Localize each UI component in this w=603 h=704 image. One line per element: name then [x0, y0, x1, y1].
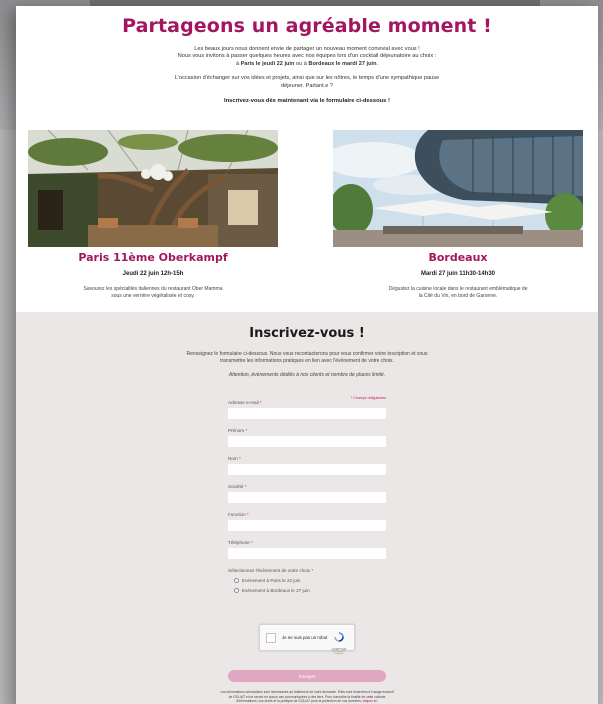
email-label-text: Adresse e-mail	[228, 400, 259, 405]
venue-paris: Paris 11ème Oberkampf Jeudi 22 juin 12h-…	[28, 130, 278, 299]
paris-desc-line: Savourez les spécialités italiennes du r…	[83, 286, 223, 292]
form-intro-line: transmettre les informations pratiques e…	[220, 357, 394, 364]
job-title-field[interactable]	[228, 520, 386, 531]
registration-form-section: Inscrivez-vous ! Renseignez le formulair…	[16, 312, 598, 704]
email-field-group: Adresse e-mail *	[228, 400, 386, 419]
legal-line: Les informations demandées sont nécessai…	[220, 690, 394, 694]
paris-venue-description: Savourez les spécialités italiennes du r…	[28, 286, 278, 299]
bordeaux-desc-line: la Cité du Vin, en bord de Garonne.	[418, 292, 498, 299]
phone-field-group: Téléphone *	[228, 540, 386, 559]
intro-line: déjeuner. Partant.e ?	[281, 82, 333, 89]
email-page: Partageons un agréable moment ! Les beau…	[16, 6, 598, 704]
required-fields-note: * Champs obligatoires	[350, 396, 386, 400]
bordeaux-desc-line: Dégustez la cuisine locale dans le resta…	[388, 286, 528, 292]
required-mark: *	[258, 400, 262, 405]
email-label: Adresse e-mail *	[228, 400, 386, 407]
job-title-label-text: Fonction	[228, 512, 246, 517]
firstname-label: Prénom *	[228, 428, 386, 435]
intro-text-fragment: ou à	[294, 60, 309, 67]
bordeaux-venue-description: Dégustez la cuisine locale dans le resta…	[333, 286, 583, 299]
lastname-field[interactable]	[228, 464, 386, 475]
bordeaux-venue-name: Bordeaux	[428, 251, 488, 264]
submit-button[interactable]: Envoyer	[228, 670, 386, 682]
form-title: Inscrivez-vous !	[249, 326, 365, 341]
email-field[interactable]	[228, 408, 386, 419]
phone-field[interactable]	[228, 548, 386, 559]
recaptcha-icon	[334, 632, 344, 642]
paris-desc-line: sous une verrière végétalisée et cosy.	[111, 292, 195, 299]
phone-label: Téléphone *	[228, 540, 386, 547]
paris-venue-date: Jeudi 22 juin 12h-15h	[122, 271, 184, 277]
required-mark: *	[245, 512, 249, 517]
form-intro: Renseignez le formulaire ci-dessous. Nou…	[16, 351, 598, 364]
firstname-field[interactable]	[228, 436, 386, 447]
form-intro-line: Renseignez le formulaire ci-dessous. Nou…	[186, 351, 428, 357]
recaptcha-checkbox[interactable]	[266, 633, 276, 643]
required-mark: *	[243, 484, 247, 489]
required-mark: *	[237, 456, 241, 461]
company-field[interactable]	[228, 492, 386, 503]
intro-line-dates: à Paris le jeudi 22 juin ou à Bordeaux l…	[16, 61, 598, 68]
legal-text-fragment: d'informations, vos droits et la politiq…	[236, 699, 362, 704]
paris-restaurant-photo	[28, 130, 278, 247]
intro-line: Les beaux jours nous donnent envie de pa…	[194, 46, 420, 52]
intro-text-fragment: .	[376, 60, 379, 67]
intro-text: Les beaux jours nous donnent envie de pa…	[16, 46, 598, 90]
recaptcha-label: Je ne suis pas un robot	[282, 635, 328, 640]
event-option-label: Evènement à Paris le 22 juin	[242, 578, 301, 583]
event-option-bordeaux[interactable]: Evènement à Bordeaux le 27 juin	[234, 588, 386, 593]
venues-section: Paris 11ème Oberkampf Jeudi 22 juin 12h-…	[16, 130, 598, 316]
phone-label-text: Téléphone	[228, 540, 250, 545]
radio-button[interactable]	[234, 588, 239, 593]
required-mark: *	[310, 568, 314, 573]
intro-paris-date: Paris le jeudi 22 juin	[240, 60, 295, 67]
company-label-text: Société	[228, 484, 244, 489]
job-title-field-group: Fonction *	[228, 512, 386, 531]
company-field-group: Société *	[228, 484, 386, 503]
page-title: Partageons un agréable moment !	[122, 15, 492, 37]
recaptcha-logo: reCAPTCHA Confidentialité - Conditions	[330, 629, 348, 655]
privacy-link[interactable]: cliquez ici.	[363, 699, 378, 703]
event-option-paris[interactable]: Evènement à Paris le 22 juin	[234, 578, 386, 583]
event-choice-label: Sélectionnez l'évènement de votre choix …	[228, 568, 386, 573]
firstname-field-group: Prénom *	[228, 428, 386, 447]
bordeaux-venue-date: Mardi 27 juin 11h30-14h30	[420, 271, 496, 277]
lastname-field-group: Nom *	[228, 456, 386, 475]
recaptcha-terms[interactable]: Confidentialité - Conditions	[330, 651, 348, 655]
intro-line: Nous vous invitons à passer quelques heu…	[177, 53, 437, 60]
legal-line-with-link: d'informations, vos droits et la politiq…	[212, 699, 402, 704]
radio-button[interactable]	[234, 578, 239, 583]
intro-line: L'occasion d'échanger sur vos idées et p…	[174, 75, 440, 82]
bordeaux-restaurant-photo	[333, 130, 583, 247]
header: Partageons un agréable moment ! Les beau…	[16, 6, 598, 104]
venue-bordeaux: Bordeaux Mardi 27 juin 11h30-14h30 Dégus…	[333, 130, 583, 299]
event-choice-label-text: Sélectionnez l'évènement de votre choix	[228, 568, 311, 573]
required-mark: *	[249, 540, 253, 545]
recaptcha-widget: Je ne suis pas un robot reCAPTCHA Confid…	[259, 624, 355, 655]
form-note: Attention, évènements dédiés à nos clien…	[228, 372, 386, 379]
cta-text: Inscrivez-vous dès maintenant via le for…	[224, 98, 390, 105]
firstname-label-text: Prénom	[228, 428, 245, 433]
lastname-label-text: Nom	[228, 456, 238, 461]
job-title-label: Fonction *	[228, 512, 386, 519]
event-option-label: Evènement à Bordeaux le 27 juin	[242, 588, 310, 593]
legal-notice: Les informations demandées sont nécessai…	[212, 690, 402, 704]
intro-bordeaux-date: Bordeaux le mardi 27 juin	[308, 60, 377, 67]
lastname-label: Nom *	[228, 456, 386, 463]
paris-venue-name: Paris 11ème Oberkampf	[78, 251, 228, 264]
required-mark: *	[244, 428, 248, 433]
registration-form: * Champs obligatoires Adresse e-mail * P…	[228, 396, 386, 593]
company-label: Société *	[228, 484, 386, 491]
